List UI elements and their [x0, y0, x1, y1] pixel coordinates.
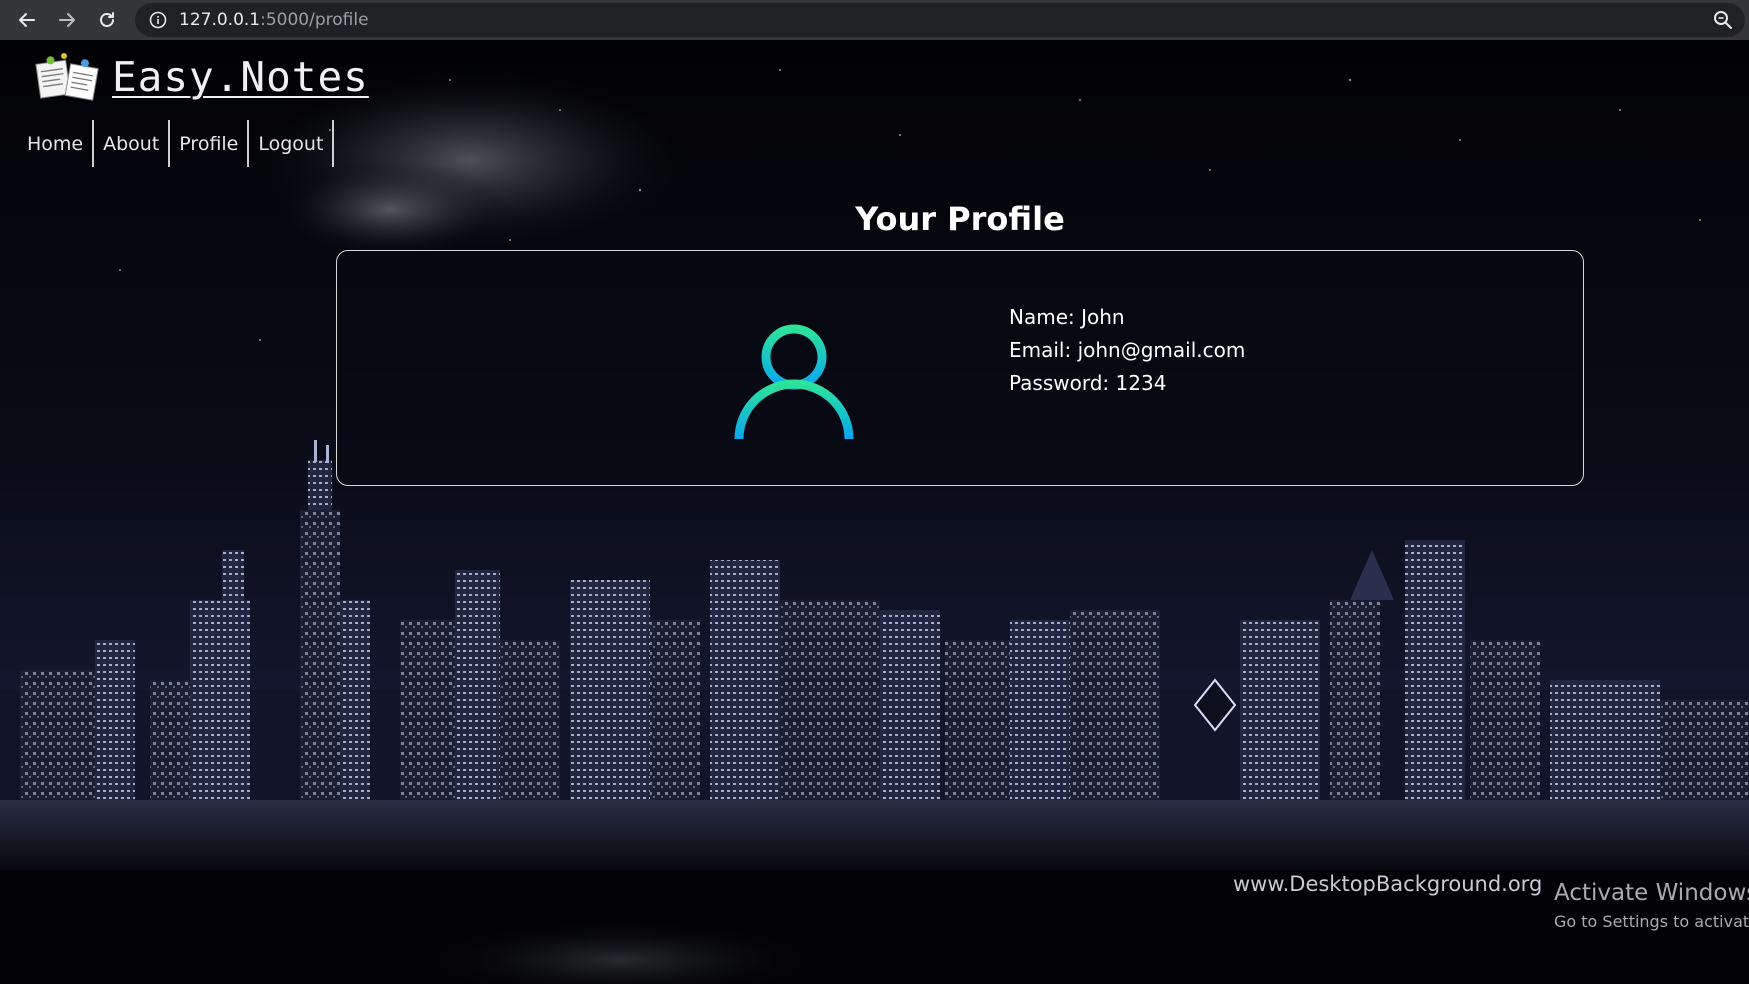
browser-toolbar: 127.0.0.1:5000/profile [0, 0, 1749, 40]
url-host: 127.0.0.1 [179, 10, 261, 30]
background-watermark: www.DesktopBackground.org [1233, 872, 1543, 896]
zoom-icon[interactable] [1713, 10, 1733, 30]
profile-password: Password: 1234 [1009, 371, 1167, 395]
brand-name[interactable]: Easy.Notes [112, 53, 369, 101]
nav-profile[interactable]: Profile [170, 120, 250, 167]
back-button[interactable] [7, 3, 47, 37]
profile-info: Name: John Email: john@gmail.com Passwor… [1009, 301, 1245, 400]
notes-logo-icon [35, 53, 99, 101]
profile-card: Name: John Email: john@gmail.com Passwor… [336, 250, 1584, 486]
reload-button[interactable] [87, 3, 127, 37]
nav-about[interactable]: About [94, 120, 171, 167]
activate-windows-overlay: Activate Windows Go to Settings to activ… [1554, 880, 1749, 931]
forward-button[interactable] [47, 3, 87, 37]
url-path: :5000/profile [260, 10, 369, 30]
page: Easy.Notes Home About Profile Logout You… [0, 40, 1749, 984]
reload-icon [100, 12, 114, 27]
activate-subtitle: Go to Settings to activate [1554, 912, 1749, 931]
arrow-right-icon [59, 13, 75, 27]
nav-logout[interactable]: Logout [249, 120, 335, 167]
page-title: Your Profile [855, 200, 1065, 238]
nav-home[interactable]: Home [18, 120, 95, 167]
address-bar[interactable]: 127.0.0.1:5000/profile [135, 3, 1745, 37]
profile-email: Email: john@gmail.com [1009, 338, 1246, 362]
brand[interactable]: Easy.Notes [34, 48, 369, 106]
info-icon[interactable] [149, 11, 167, 29]
city-skyline-background [0, 40, 1749, 984]
user-icon [734, 324, 854, 439]
activate-title: Activate Windows [1554, 880, 1749, 906]
main-nav: Home About Profile Logout [18, 120, 335, 167]
arrow-left-icon [19, 13, 35, 27]
url-text[interactable]: 127.0.0.1:5000/profile [179, 10, 369, 30]
profile-name: Name: John [1009, 305, 1125, 329]
